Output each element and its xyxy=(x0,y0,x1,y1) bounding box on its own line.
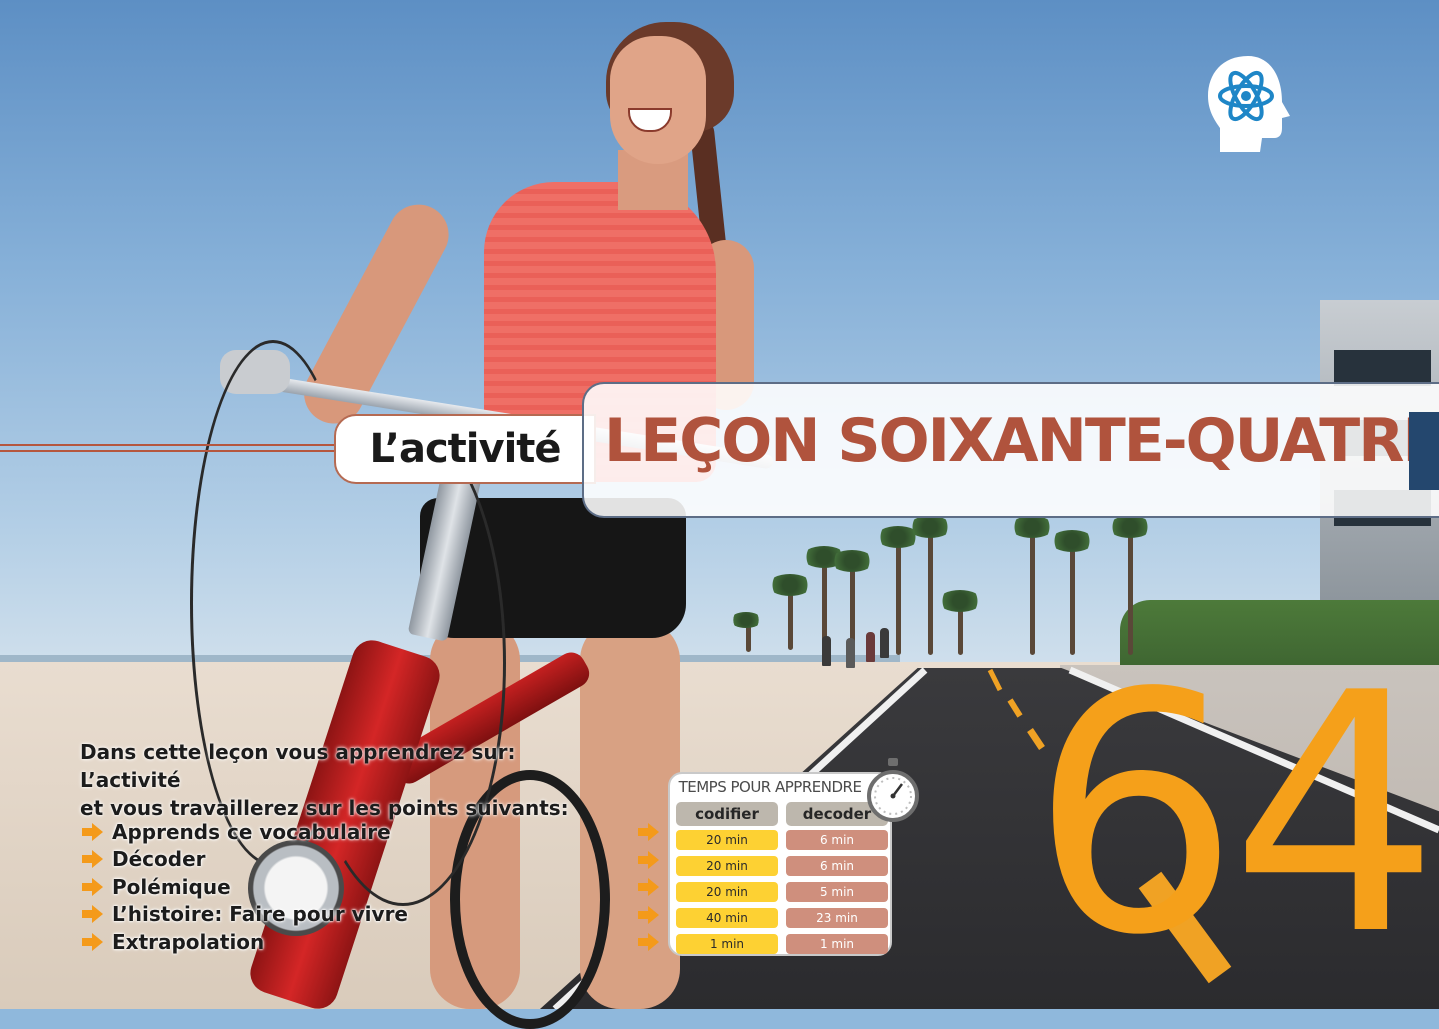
arrow-right-icon xyxy=(638,878,659,897)
table-cell: 1 min xyxy=(786,934,888,954)
table-cell: 1 min xyxy=(676,934,778,954)
list-item: Polémique xyxy=(80,873,408,901)
time-table-title: TEMPS POUR APPRENDRE xyxy=(678,778,862,796)
point-label: L’histoire: Faire pour vivre xyxy=(112,902,408,927)
table-cell: 23 min xyxy=(786,908,888,928)
title-rule xyxy=(0,444,340,452)
time-table: TEMPS POUR APPRENDRE codifier decoder 20… xyxy=(668,772,892,956)
arrow-right-icon xyxy=(638,823,659,841)
intro-line-1: Dans cette leçon vous apprendrez sur: L’… xyxy=(80,740,516,792)
table-cell: 6 min xyxy=(786,830,888,850)
stopwatch-icon xyxy=(867,758,919,822)
page-title: LEÇON SOIXANTE-QUATRE xyxy=(604,406,1439,476)
arrow-right-icon xyxy=(82,905,103,924)
category-text: L’activité xyxy=(369,426,561,472)
arrow-right-icon xyxy=(82,932,103,951)
points-list: Apprends ce vocabulaire Décoder Polémiqu… xyxy=(80,818,408,956)
arrow-right-icon xyxy=(638,850,659,869)
point-label: Extrapolation xyxy=(112,929,265,954)
list-item: Extrapolation xyxy=(80,928,408,956)
point-label: Décoder xyxy=(112,847,206,872)
list-item: Apprends ce vocabulaire xyxy=(80,818,408,846)
list-item: L’histoire: Faire pour vivre xyxy=(80,901,408,929)
lesson-title-box: LEÇON SOIXANTE-QUATRE xyxy=(582,382,1439,518)
column-header-codifier: codifier xyxy=(676,802,778,826)
table-cell: 20 min xyxy=(676,830,778,850)
table-cell: 40 min xyxy=(676,908,778,928)
arrow-right-icon xyxy=(638,933,659,952)
table-cell: 5 min xyxy=(786,882,888,902)
list-item: Décoder xyxy=(80,846,408,874)
point-label: Polémique xyxy=(112,874,231,899)
table-cell: 20 min xyxy=(676,856,778,876)
table-cell: 6 min xyxy=(786,856,888,876)
table-cell: 20 min xyxy=(676,882,778,902)
arrow-right-icon xyxy=(638,905,659,924)
row-arrows xyxy=(636,822,660,960)
category-label: L’activité xyxy=(334,414,596,484)
point-label: Apprends ce vocabulaire xyxy=(112,819,391,844)
lesson-number: 64 xyxy=(1030,623,1439,1007)
arrow-right-icon xyxy=(82,877,103,896)
arrow-right-icon xyxy=(82,850,103,869)
arrow-right-icon xyxy=(82,822,103,841)
intro-text: Dans cette leçon vous apprendrez sur: L’… xyxy=(80,738,600,822)
atom-head-icon xyxy=(1208,56,1290,152)
title-accent-bar xyxy=(1409,412,1439,490)
